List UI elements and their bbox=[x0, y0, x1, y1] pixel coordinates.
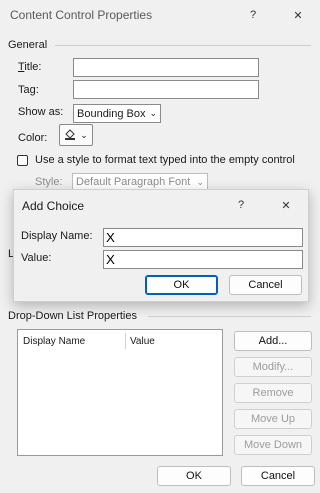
add-choice-close-button[interactable]: ✕ bbox=[278, 197, 294, 213]
value-label: Value: bbox=[21, 252, 52, 264]
window-title: Content Control Properties bbox=[10, 8, 153, 22]
value-input[interactable] bbox=[103, 250, 303, 269]
cancel-button[interactable]: Cancel bbox=[241, 466, 315, 486]
column-header-value[interactable]: Value bbox=[130, 336, 155, 347]
add-choice-title: Add Choice bbox=[22, 199, 85, 213]
display-name-input[interactable] bbox=[103, 228, 303, 247]
close-button[interactable]: ✕ bbox=[290, 7, 306, 23]
display-name-label: Display Name: bbox=[21, 230, 93, 242]
show-as-value: Bounding Box bbox=[77, 107, 146, 120]
column-header-display-name[interactable]: Display Name bbox=[23, 336, 85, 347]
dropdown-divider bbox=[148, 316, 311, 317]
use-style-checkbox[interactable] bbox=[17, 155, 28, 166]
help-button[interactable]: ? bbox=[245, 7, 261, 23]
move-down-button[interactable]: Move Down bbox=[234, 435, 312, 455]
ok-button[interactable]: OK bbox=[157, 466, 231, 486]
tag-label: Tag: bbox=[18, 84, 39, 96]
add-choice-cancel-button[interactable]: Cancel bbox=[229, 275, 302, 295]
choices-list[interactable]: Display Name Value bbox=[17, 329, 223, 456]
close-icon: ✕ bbox=[293, 9, 303, 22]
dropdown-group-label: Drop-Down List Properties bbox=[8, 310, 137, 322]
use-style-label: Use a style to format text typed into th… bbox=[35, 154, 295, 166]
add-button[interactable]: Add... bbox=[234, 331, 312, 351]
general-divider bbox=[55, 45, 311, 46]
general-group-label: General bbox=[8, 39, 48, 51]
add-choice-dialog: Add Choice ? ✕ Display Name: Value: OK C… bbox=[13, 189, 309, 302]
color-picker-button[interactable]: ⌄ bbox=[59, 124, 93, 146]
style-value: Default Paragraph Font bbox=[76, 176, 191, 188]
chevron-down-icon: ⌄ bbox=[80, 129, 88, 140]
close-icon: ✕ bbox=[281, 199, 291, 212]
chevron-down-icon: ⌄ bbox=[196, 176, 204, 187]
color-label: Color: bbox=[18, 132, 48, 144]
show-as-select[interactable]: Bounding Box ⌄ bbox=[73, 104, 161, 123]
remove-button[interactable]: Remove bbox=[234, 383, 312, 403]
title-input[interactable] bbox=[73, 58, 259, 77]
help-icon: ? bbox=[249, 9, 257, 21]
move-up-button[interactable]: Move Up bbox=[234, 409, 312, 429]
tag-input[interactable] bbox=[73, 80, 259, 99]
title-label: Title: bbox=[18, 61, 42, 73]
help-icon: ? bbox=[237, 199, 245, 211]
add-choice-ok-button[interactable]: OK bbox=[145, 275, 218, 295]
add-choice-help-button[interactable]: ? bbox=[233, 197, 249, 213]
show-as-label: Show as: bbox=[18, 106, 64, 118]
column-separator[interactable] bbox=[125, 333, 126, 349]
paint-bucket-icon bbox=[64, 128, 76, 143]
chevron-down-icon: ⌄ bbox=[149, 108, 157, 118]
style-label: Style: bbox=[35, 176, 63, 188]
modify-button[interactable]: Modify... bbox=[234, 357, 312, 377]
